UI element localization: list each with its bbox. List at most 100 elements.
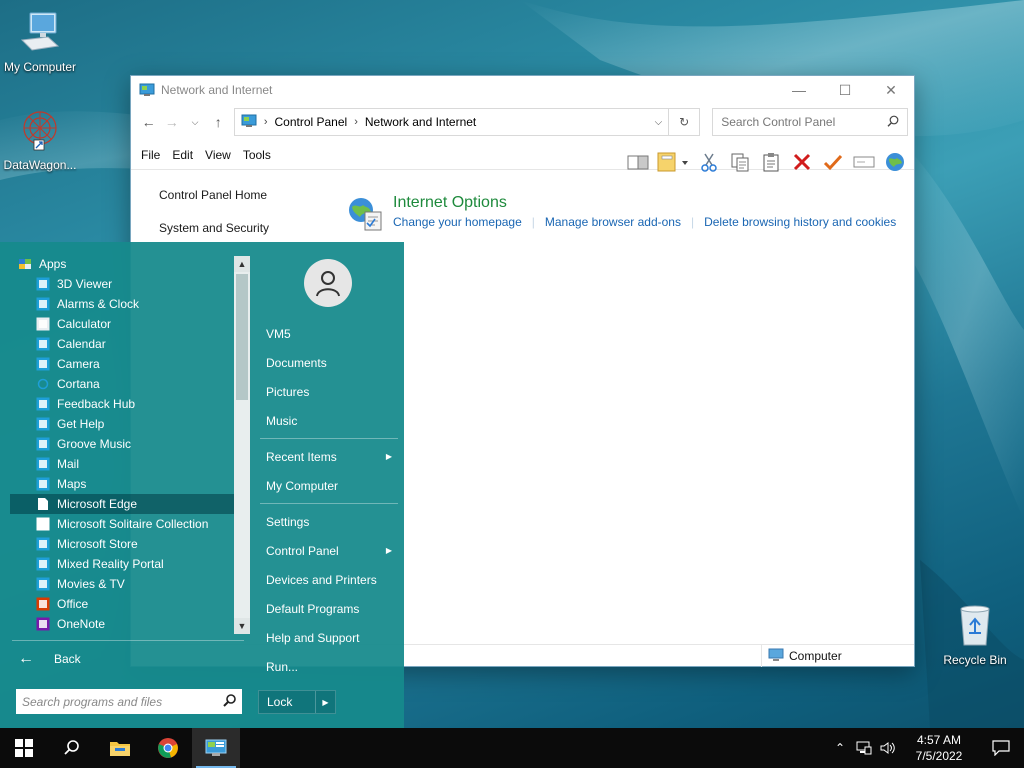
- start-search-input[interactable]: [22, 694, 223, 709]
- search-input[interactable]: [721, 115, 888, 129]
- app-item[interactable]: Microsoft Edge: [10, 494, 234, 514]
- app-item[interactable]: Microsoft Solitaire Collection: [10, 514, 234, 534]
- delete-history-link[interactable]: Delete browsing history and cookies: [704, 215, 896, 229]
- cut-icon[interactable]: [693, 149, 724, 175]
- delete-icon[interactable]: [786, 149, 817, 175]
- title-bar[interactable]: Network and Internet — ☐ ✕: [131, 76, 914, 104]
- network-icon[interactable]: [852, 728, 876, 768]
- start-icon: [15, 739, 33, 757]
- close-button[interactable]: ✕: [868, 76, 914, 104]
- breadcrumb-control-panel[interactable]: Control Panel: [274, 115, 347, 129]
- start-link-devices-and-printers[interactable]: Devices and Printers: [260, 565, 398, 594]
- start-link-pictures[interactable]: Pictures: [260, 377, 398, 406]
- lock-button[interactable]: Lock ▶: [258, 690, 336, 714]
- power-options-arrow-icon[interactable]: ▶: [315, 691, 335, 713]
- start-link-help-and-support[interactable]: Help and Support: [260, 623, 398, 652]
- internet-options-title[interactable]: Internet Options: [393, 194, 896, 212]
- volume-icon[interactable]: [876, 728, 900, 768]
- start-link-user[interactable]: VM5: [260, 319, 398, 348]
- desktop-icon-my-computer[interactable]: My Computer: [0, 10, 80, 74]
- properties-check-icon[interactable]: [817, 149, 848, 175]
- copy-icon[interactable]: [724, 149, 755, 175]
- apps-scrollbar[interactable]: ▲ ▼: [234, 256, 250, 634]
- document-icon: [36, 497, 50, 511]
- control-panel-home-link[interactable]: Control Panel Home: [159, 188, 269, 221]
- scroll-thumb[interactable]: [236, 274, 248, 400]
- paste-icon[interactable]: [755, 149, 786, 175]
- clock-date: 7/5/2022: [915, 749, 963, 763]
- app-item[interactable]: Microsoft Store: [10, 534, 234, 554]
- apps-folder[interactable]: Apps: [10, 254, 234, 274]
- app-item[interactable]: Mixed Reality Portal: [10, 554, 234, 574]
- app-item[interactable]: Cortana: [10, 374, 234, 394]
- start-link-settings[interactable]: Settings: [260, 507, 398, 536]
- app-item[interactable]: Mail: [10, 454, 234, 474]
- start-link-documents[interactable]: Documents: [260, 348, 398, 377]
- app-item[interactable]: Office: [10, 594, 234, 614]
- window-title: Network and Internet: [161, 83, 273, 97]
- office-icon: [36, 597, 50, 611]
- taskbar-search-button[interactable]: [48, 728, 96, 768]
- user-avatar[interactable]: [304, 259, 352, 307]
- start-link-label: VM5: [266, 326, 291, 341]
- taskbar-file-explorer[interactable]: [96, 728, 144, 768]
- taskbar-clock[interactable]: 4:57 AM 7/5/2022: [900, 732, 978, 764]
- app-item[interactable]: Groove Music: [10, 434, 234, 454]
- preview-pane-icon[interactable]: [622, 149, 653, 175]
- search-box[interactable]: [712, 108, 909, 136]
- app-item[interactable]: Alarms & Clock: [10, 294, 234, 314]
- minimize-button[interactable]: —: [776, 76, 822, 104]
- chevron-down-icon[interactable]: ⌵: [655, 117, 663, 128]
- start-link-run[interactable]: Run...: [260, 652, 398, 681]
- forward-arrow-icon[interactable]: →: [160, 109, 183, 135]
- app-item[interactable]: OneNote: [10, 614, 234, 634]
- app-item[interactable]: Maps: [10, 474, 234, 494]
- app-item[interactable]: Movies & TV: [10, 574, 234, 594]
- desktop-icon-datawagon[interactable]: DataWagon...: [0, 108, 80, 172]
- start-search-box[interactable]: [16, 689, 242, 714]
- app-item[interactable]: Calculator: [10, 314, 234, 334]
- scroll-up-arrow-icon[interactable]: ▲: [234, 256, 250, 272]
- start-link-recent-items[interactable]: Recent Items ▶: [260, 442, 398, 471]
- maximize-button[interactable]: ☐: [822, 76, 868, 104]
- up-arrow-icon[interactable]: ↑: [207, 109, 230, 135]
- scroll-down-arrow-icon[interactable]: ▼: [234, 618, 250, 634]
- start-link-control-panel[interactable]: Control Panel ▶: [260, 536, 398, 565]
- breadcrumb-network-and-internet[interactable]: Network and Internet: [365, 115, 476, 129]
- views-icon[interactable]: [653, 149, 693, 175]
- app-label: Cortana: [57, 377, 100, 391]
- app-label: Get Help: [57, 417, 105, 431]
- back-label: Back: [54, 652, 81, 666]
- address-bar[interactable]: › Control Panel › Network and Internet ⌵: [233, 108, 670, 136]
- start-link-default-programs[interactable]: Default Programs: [260, 594, 398, 623]
- app-item[interactable]: 3D Viewer: [10, 274, 234, 294]
- chevron-up-icon[interactable]: ⌃: [828, 728, 852, 768]
- menu-tools[interactable]: Tools: [237, 148, 277, 162]
- taskbar-control-panel[interactable]: [192, 728, 240, 768]
- back-button[interactable]: ← Back: [18, 650, 81, 668]
- menu-edit[interactable]: Edit: [166, 148, 199, 162]
- change-homepage-link[interactable]: Change your homepage: [393, 215, 522, 229]
- chrome-icon: [158, 738, 178, 758]
- desktop-icon-recycle-bin[interactable]: Recycle Bin: [935, 603, 1015, 667]
- back-arrow-icon[interactable]: ←: [137, 109, 160, 135]
- divider: [260, 503, 398, 504]
- internet-globe-icon[interactable]: [879, 149, 910, 175]
- start-button[interactable]: [0, 728, 48, 768]
- menu-file[interactable]: File: [135, 148, 166, 162]
- navigation-bar: ← → ⌵ ↑ › Control Panel › Network and In…: [131, 104, 914, 140]
- start-link-music[interactable]: Music: [260, 406, 398, 435]
- recent-locations-chevron-icon[interactable]: ⌵: [183, 109, 206, 135]
- app-item[interactable]: Calendar: [10, 334, 234, 354]
- taskbar-chrome[interactable]: [144, 728, 192, 768]
- app-item[interactable]: Camera: [10, 354, 234, 374]
- rename-icon[interactable]: [848, 149, 879, 175]
- app-item[interactable]: Feedback Hub: [10, 394, 234, 414]
- cards-icon: [36, 517, 50, 531]
- refresh-button[interactable]: ↻: [669, 108, 701, 136]
- app-item[interactable]: Get Help: [10, 414, 234, 434]
- notification-center-button[interactable]: [978, 728, 1024, 768]
- start-link-my-computer[interactable]: My Computer: [260, 471, 398, 500]
- manage-addons-link[interactable]: Manage browser add-ons: [545, 215, 681, 229]
- menu-view[interactable]: View: [199, 148, 237, 162]
